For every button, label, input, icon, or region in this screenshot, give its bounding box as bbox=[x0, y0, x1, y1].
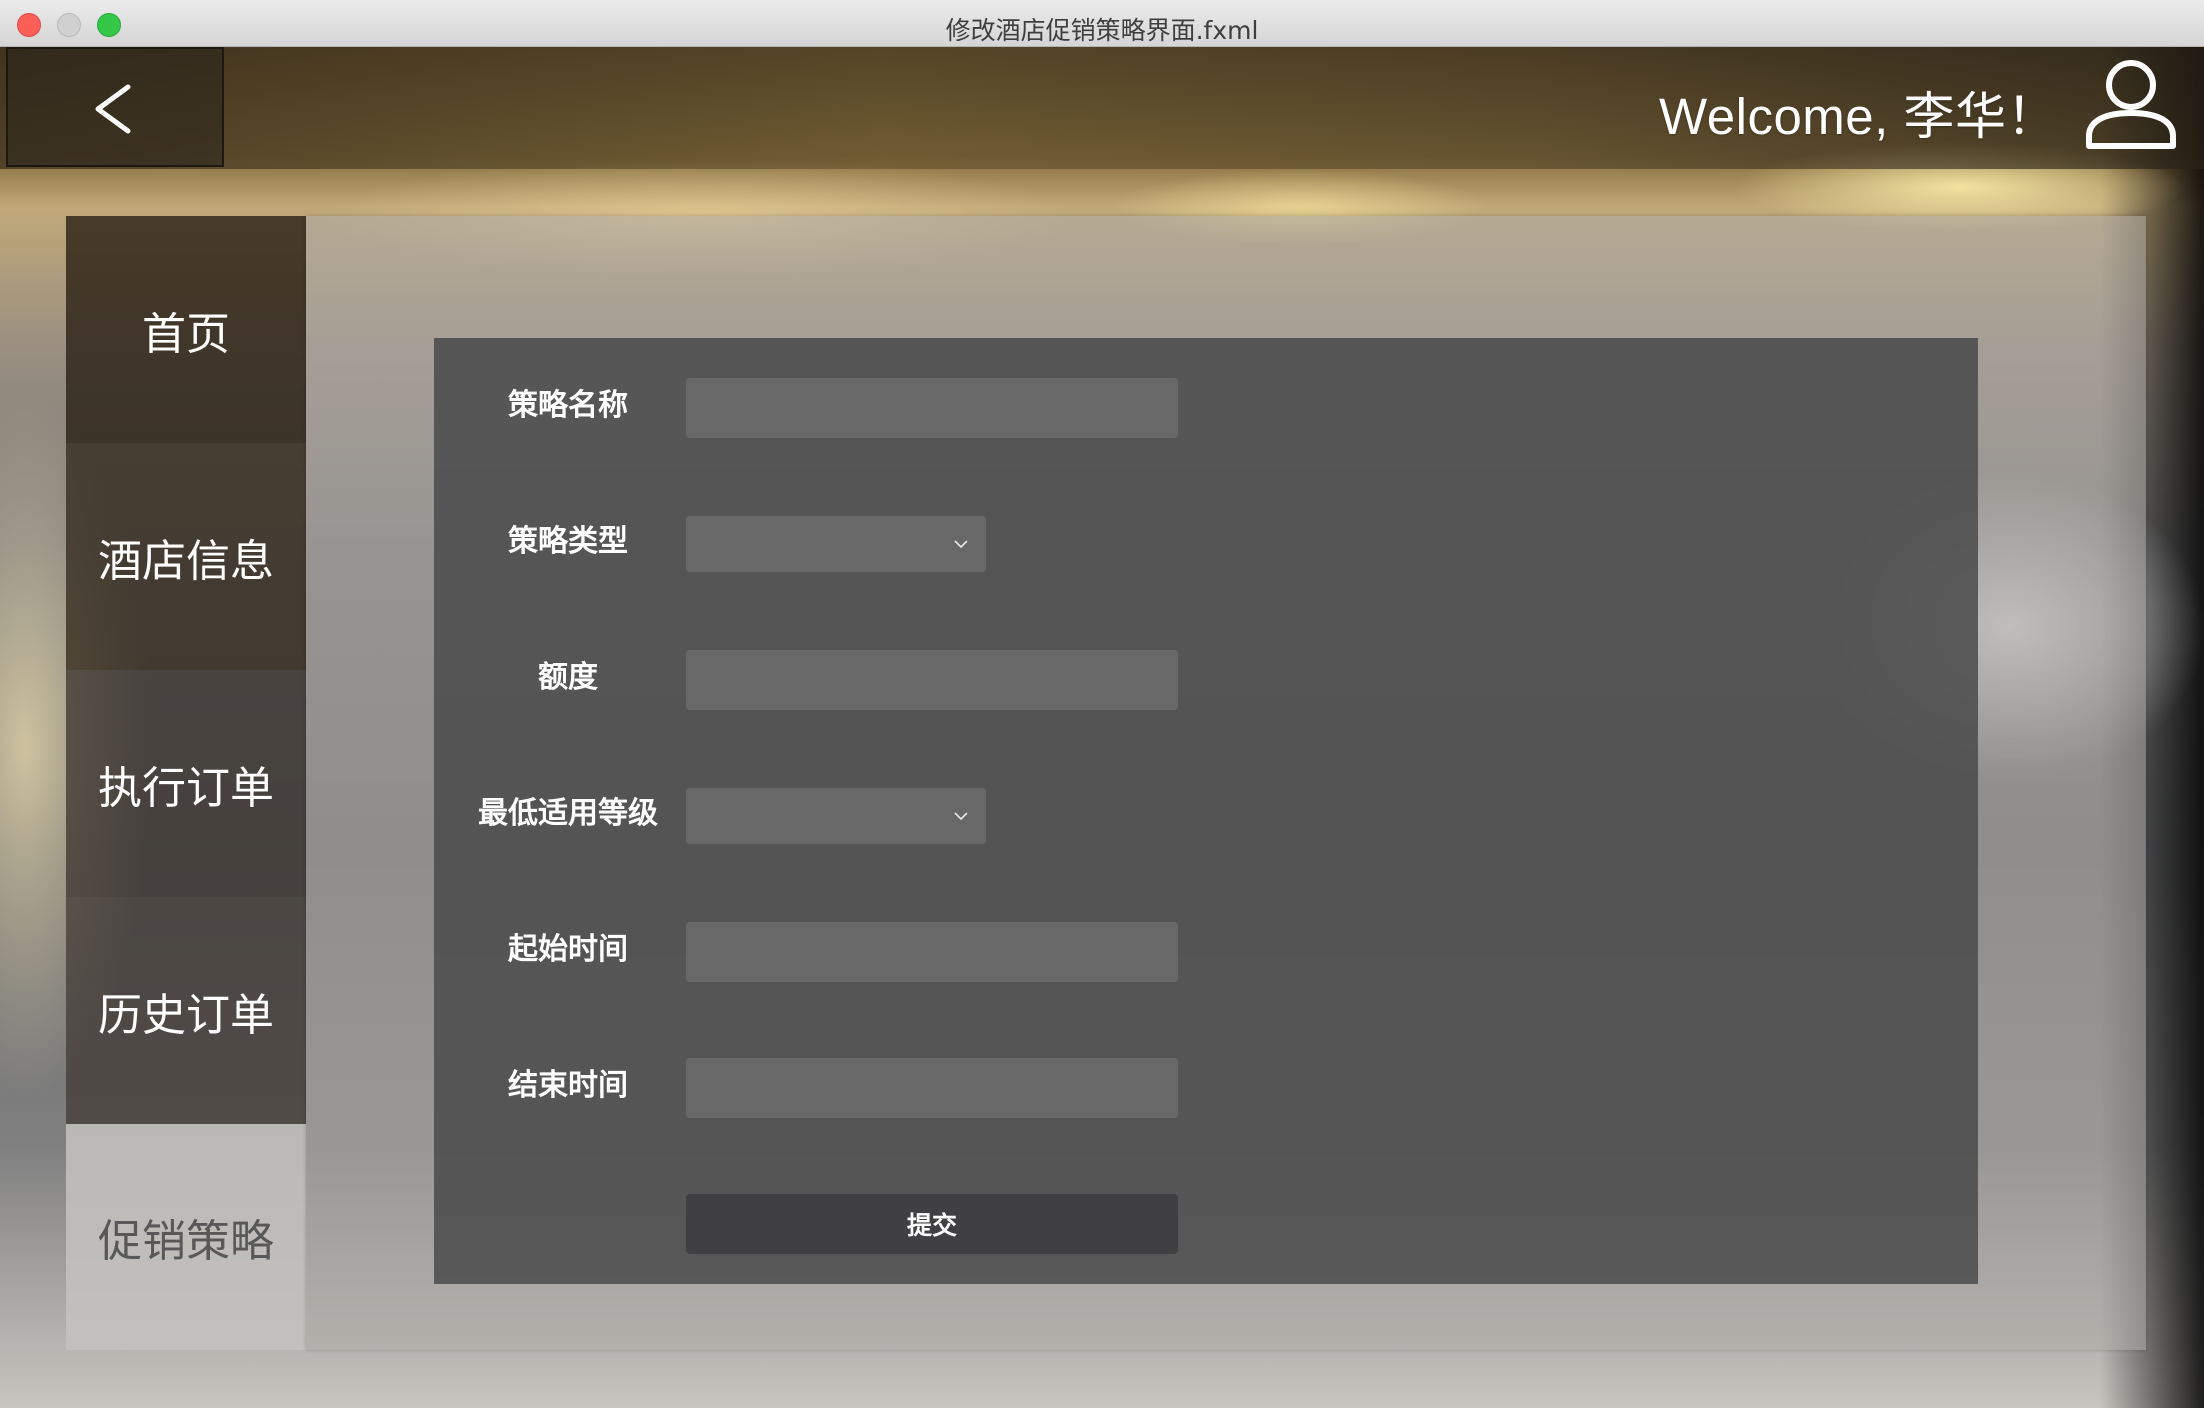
submit-button[interactable]: 提交 bbox=[686, 1194, 1178, 1254]
amount-label: 额度 bbox=[538, 660, 598, 695]
sidebar-item-label: 历史订单 bbox=[98, 989, 274, 1041]
sidebar-menu: 首页 酒店信息 执行订单 历史订单 促销策略 bbox=[66, 216, 306, 1350]
strategy-name-label: 策略名称 bbox=[508, 388, 628, 423]
start-time-label: 起始时间 bbox=[508, 932, 628, 967]
promotion-form: 策略名称 策略类型 额度 最低适用等级 起始时间 结束时间 提交 bbox=[434, 338, 1978, 1284]
window-titlebar: 修改酒店促销策略界面.fxml bbox=[0, 0, 2204, 47]
end-time-input[interactable] bbox=[686, 1058, 1178, 1118]
welcome-message: Welcome, 李华！ bbox=[1659, 88, 2058, 145]
chevron-down-icon bbox=[954, 812, 968, 821]
chevron-left-icon bbox=[95, 84, 131, 134]
user-icon[interactable] bbox=[2083, 58, 2179, 150]
strategy-type-select[interactable] bbox=[686, 516, 986, 572]
min-level-select[interactable] bbox=[686, 788, 986, 844]
sidebar-item-hotel-info[interactable]: 酒店信息 bbox=[66, 443, 306, 670]
sidebar-item-active-orders[interactable]: 执行订单 bbox=[66, 670, 306, 897]
content-panel: 策略名称 策略类型 额度 最低适用等级 起始时间 结束时间 提交 bbox=[306, 216, 2146, 1350]
sidebar-item-home[interactable]: 首页 bbox=[66, 216, 306, 443]
end-time-label: 结束时间 bbox=[508, 1068, 628, 1103]
sidebar-item-promotions[interactable]: 促销策略 bbox=[66, 1124, 306, 1350]
sidebar-item-label: 执行订单 bbox=[98, 762, 274, 814]
amount-input[interactable] bbox=[686, 650, 1178, 710]
sidebar-item-label: 首页 bbox=[142, 308, 230, 360]
window-title: 修改酒店促销策略界面.fxml bbox=[945, 16, 1259, 45]
sidebar-item-label: 酒店信息 bbox=[98, 535, 274, 587]
min-level-label: 最低适用等级 bbox=[478, 796, 658, 831]
strategy-name-input[interactable] bbox=[686, 378, 1178, 438]
back-button[interactable] bbox=[6, 47, 224, 167]
start-time-input[interactable] bbox=[686, 922, 1178, 982]
chevron-down-icon bbox=[954, 540, 968, 549]
sidebar-item-label: 促销策略 bbox=[98, 1216, 274, 1267]
strategy-type-label: 策略类型 bbox=[508, 524, 628, 559]
sidebar-item-order-history[interactable]: 历史订单 bbox=[66, 897, 306, 1124]
